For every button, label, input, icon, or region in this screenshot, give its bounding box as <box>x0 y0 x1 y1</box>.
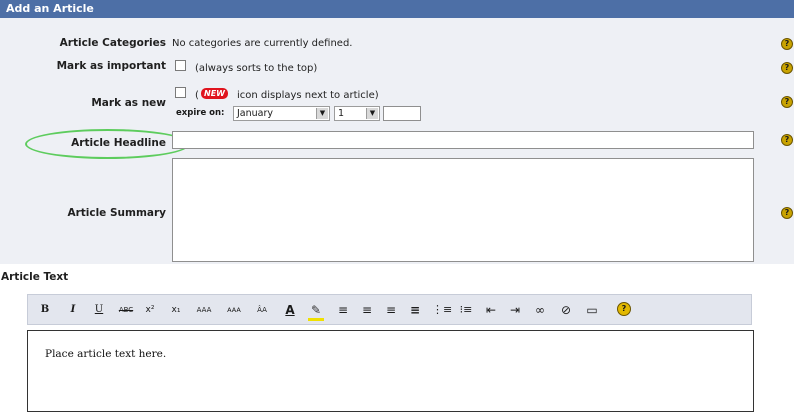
highlight-color-icon[interactable]: ✎ <box>308 302 324 321</box>
new-hint: icon displays next to article) <box>237 90 379 101</box>
headline-help-icon[interactable]: ? <box>781 134 793 146</box>
expire-month-value: January <box>237 108 274 119</box>
toolbar-help-glyph: ? <box>617 302 631 316</box>
article-text-editor[interactable]: Place article text here. <box>27 330 754 412</box>
expire-year-input[interactable] <box>383 106 421 121</box>
link-icon[interactable]: ∞ <box>532 302 548 318</box>
expire-day-select[interactable]: 1 ▼ <box>334 106 380 121</box>
italic-icon[interactable]: I <box>66 302 80 318</box>
new-help-icon[interactable]: ? <box>781 96 793 108</box>
important-hint: (always sorts to the top) <box>195 63 318 74</box>
text-color-icon[interactable]: A <box>282 302 298 318</box>
article-text-label: Article Text <box>1 271 69 283</box>
panel-title: Add an Article <box>6 2 94 15</box>
categories-label: Article Categories <box>59 37 166 49</box>
expire-day-value: 1 <box>338 108 345 119</box>
important-label: Mark as important <box>56 60 166 72</box>
summary-label: Article Summary <box>67 207 166 219</box>
align-justify-icon[interactable]: ≡ <box>408 302 422 318</box>
panel-title-bar: Add an Article <box>0 0 794 18</box>
align-center-icon[interactable]: ≡ <box>360 302 374 318</box>
headline-input[interactable] <box>172 131 754 149</box>
chevron-down-icon: ▼ <box>366 108 378 119</box>
subscript-icon[interactable]: x₁ <box>168 302 184 318</box>
font-size-decrease-icon[interactable]: AAA <box>224 302 244 318</box>
article-text-content: Place article text here. <box>45 348 167 360</box>
unlink-icon[interactable]: ⊘ <box>558 302 574 318</box>
categories-value: No categories are currently defined. <box>172 38 353 49</box>
new-open-paren: ( <box>195 90 199 101</box>
new-checkbox[interactable] <box>175 87 186 98</box>
bold-icon[interactable]: B <box>38 302 52 318</box>
summary-textarea[interactable] <box>172 158 754 262</box>
new-label: Mark as new <box>91 97 166 109</box>
underline-icon[interactable]: U <box>92 302 106 318</box>
align-right-icon[interactable]: ≡ <box>384 302 398 318</box>
indent-icon[interactable]: ⇥ <box>508 302 522 318</box>
summary-help-icon[interactable]: ? <box>781 207 793 219</box>
align-left-icon[interactable]: ≡ <box>336 302 350 318</box>
table-icon[interactable]: ▭ <box>584 302 600 318</box>
expire-month-select[interactable]: January ▼ <box>233 106 330 121</box>
editor-toolbar: B I U ABC x² x₁ AAA AAA ÂA A ✎ ≡ ≡ ≡ ≡ ⋮… <box>27 294 752 325</box>
superscript-icon[interactable]: x² <box>142 302 158 318</box>
ordered-list-icon[interactable]: ⋮≡ <box>432 302 452 318</box>
expire-label: expire on: <box>176 108 225 118</box>
important-checkbox[interactable] <box>175 60 186 71</box>
unordered-list-icon[interactable]: ⁝≡ <box>458 302 474 318</box>
font-icon[interactable]: ÂA <box>252 302 272 318</box>
categories-help-icon[interactable]: ? <box>781 38 793 50</box>
headline-label: Article Headline <box>71 137 166 149</box>
font-size-increase-icon[interactable]: AAA <box>194 302 214 318</box>
outdent-icon[interactable]: ⇤ <box>484 302 498 318</box>
important-help-icon[interactable]: ? <box>781 62 793 74</box>
chevron-down-icon: ▼ <box>316 108 328 119</box>
help-icon[interactable]: ? <box>616 302 632 318</box>
strikethrough-icon[interactable]: ABC <box>116 302 136 318</box>
new-badge-icon: NEW <box>201 88 228 99</box>
